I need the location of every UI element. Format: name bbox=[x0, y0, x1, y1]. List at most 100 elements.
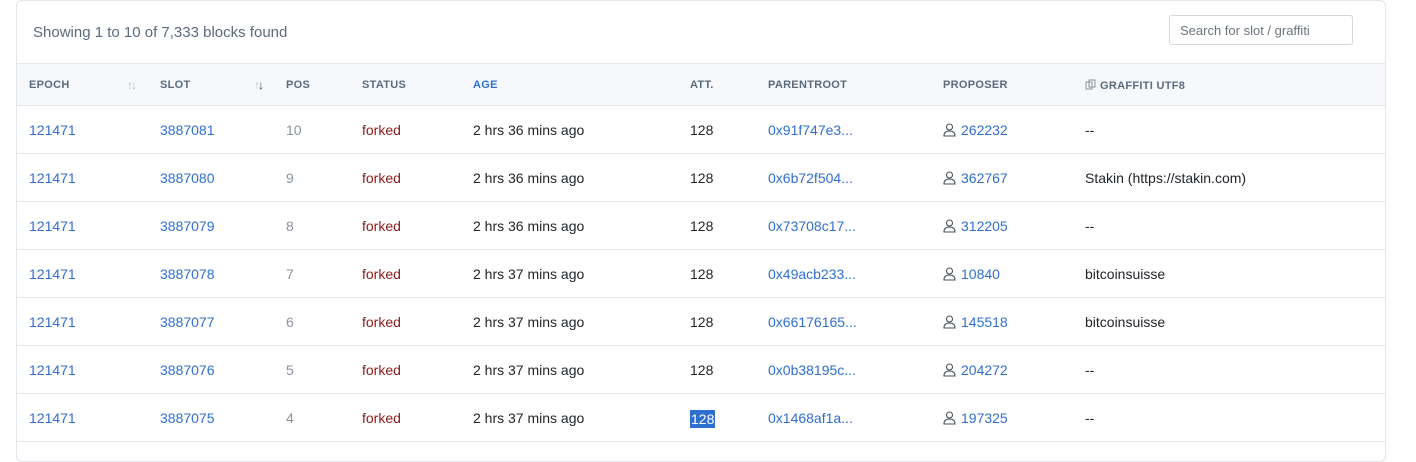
col-status[interactable]: STATUS bbox=[349, 63, 460, 106]
att-cell: 128 bbox=[687, 297, 765, 346]
graffiti-cell: bitcoinsuisse bbox=[1081, 249, 1385, 298]
parentroot-link[interactable]: 0x91f747e3... bbox=[768, 122, 853, 138]
epoch-link[interactable]: 121471 bbox=[29, 314, 76, 330]
att-value: 128 bbox=[690, 362, 714, 378]
slot-link[interactable]: 3887076 bbox=[160, 362, 215, 378]
blocks-card: Showing 1 to 10 of 7,333 blocks found EP… bbox=[16, 0, 1386, 462]
proposer: 197325 bbox=[943, 410, 1008, 426]
graffiti-cell: -- bbox=[1081, 105, 1385, 154]
col-slot-label: SLOT bbox=[160, 79, 191, 91]
pos-value: 8 bbox=[286, 218, 294, 234]
parentroot-link[interactable]: 0x66176165... bbox=[768, 314, 857, 330]
table-row: 121471 3887077 6 forked 2 hrs 37 mins ag… bbox=[17, 297, 1385, 346]
status-badge: forked bbox=[362, 410, 401, 426]
copy-icon[interactable] bbox=[1085, 79, 1096, 90]
att-cell: 128 bbox=[687, 249, 765, 298]
col-age[interactable]: AGE bbox=[460, 63, 687, 106]
pos-cell: 10 bbox=[273, 105, 349, 154]
epoch-link[interactable]: 121471 bbox=[29, 170, 76, 186]
status-cell: forked bbox=[349, 393, 460, 442]
slot-cell: 3887078 bbox=[147, 249, 273, 298]
proposer-link[interactable]: 362767 bbox=[961, 170, 1008, 186]
parentroot-link[interactable]: 0x0b38195c... bbox=[768, 362, 856, 378]
graffiti-value: bitcoinsuisse bbox=[1085, 314, 1166, 330]
slot-link[interactable]: 3887080 bbox=[160, 170, 215, 186]
slot-link[interactable]: 3887075 bbox=[160, 410, 215, 426]
blocks-table: EPOCH ↑↓ SLOT ↑↓ POS STATUS AGE ATT. PAR… bbox=[17, 63, 1385, 442]
proposer: 362767 bbox=[943, 170, 1008, 186]
search-input[interactable] bbox=[1169, 15, 1353, 45]
parentroot-link[interactable]: 0x1468af1a... bbox=[768, 410, 853, 426]
epoch-link[interactable]: 121471 bbox=[29, 362, 76, 378]
age-cell: 2 hrs 36 mins ago bbox=[460, 201, 687, 250]
slot-cell: 3887081 bbox=[147, 105, 273, 154]
proposer-link[interactable]: 262232 bbox=[961, 122, 1008, 138]
slot-link[interactable]: 3887081 bbox=[160, 122, 215, 138]
col-pos-label: POS bbox=[286, 79, 311, 91]
col-parentroot-label: PARENTROOT bbox=[768, 79, 848, 91]
col-parentroot[interactable]: PARENTROOT bbox=[765, 63, 939, 106]
proposer: 262232 bbox=[943, 122, 1008, 138]
slot-cell: 3887079 bbox=[147, 201, 273, 250]
person-icon bbox=[943, 171, 956, 185]
epoch-link[interactable]: 121471 bbox=[29, 410, 76, 426]
sort-desc-icon[interactable]: ↑↓ bbox=[254, 78, 264, 92]
col-graffiti[interactable]: GRAFFITI UTF8 bbox=[1081, 63, 1385, 106]
table-row: 121471 3887076 5 forked 2 hrs 37 mins ag… bbox=[17, 345, 1385, 394]
graffiti-cell: -- bbox=[1081, 393, 1385, 442]
epoch-link[interactable]: 121471 bbox=[29, 266, 76, 282]
proposer-link[interactable]: 312205 bbox=[961, 218, 1008, 234]
proposer-cell: 362767 bbox=[939, 153, 1081, 202]
age-cell: 2 hrs 37 mins ago bbox=[460, 249, 687, 298]
proposer-link[interactable]: 145518 bbox=[961, 314, 1008, 330]
proposer-cell: 10840 bbox=[939, 249, 1081, 298]
age-cell: 2 hrs 36 mins ago bbox=[460, 153, 687, 202]
graffiti-cell: -- bbox=[1081, 345, 1385, 394]
col-age-label: AGE bbox=[473, 79, 498, 91]
parentroot-cell: 0x6b72f504... bbox=[765, 153, 939, 202]
table-header-row: EPOCH ↑↓ SLOT ↑↓ POS STATUS AGE ATT. PAR… bbox=[17, 63, 1385, 106]
epoch-link[interactable]: 121471 bbox=[29, 122, 76, 138]
pos-value: 6 bbox=[286, 314, 294, 330]
graffiti-cell: -- bbox=[1081, 201, 1385, 250]
epoch-cell: 121471 bbox=[17, 393, 147, 442]
col-epoch[interactable]: EPOCH ↑↓ bbox=[17, 63, 147, 106]
proposer-cell: 262232 bbox=[939, 105, 1081, 154]
pos-value: 10 bbox=[286, 122, 302, 138]
att-cell: 128 bbox=[687, 105, 765, 154]
col-slot[interactable]: SLOT ↑↓ bbox=[147, 63, 273, 106]
parentroot-link[interactable]: 0x6b72f504... bbox=[768, 170, 853, 186]
col-epoch-label: EPOCH bbox=[29, 79, 70, 91]
slot-link[interactable]: 3887078 bbox=[160, 266, 215, 282]
proposer-cell: 197325 bbox=[939, 393, 1081, 442]
table-toolbar: Showing 1 to 10 of 7,333 blocks found bbox=[17, 1, 1385, 63]
pos-cell: 7 bbox=[273, 249, 349, 298]
status-badge: forked bbox=[362, 218, 401, 234]
parentroot-cell: 0x73708c17... bbox=[765, 201, 939, 250]
proposer-link[interactable]: 204272 bbox=[961, 362, 1008, 378]
age-cell: 2 hrs 37 mins ago bbox=[460, 297, 687, 346]
slot-link[interactable]: 3887077 bbox=[160, 314, 215, 330]
col-proposer[interactable]: PROPOSER bbox=[939, 63, 1081, 106]
status-badge: forked bbox=[362, 362, 401, 378]
age-value: 2 hrs 36 mins ago bbox=[473, 122, 585, 138]
person-icon bbox=[943, 315, 956, 329]
col-pos[interactable]: POS bbox=[273, 63, 349, 106]
parentroot-cell: 0x49acb233... bbox=[765, 249, 939, 298]
parentroot-link[interactable]: 0x49acb233... bbox=[768, 266, 856, 282]
graffiti-cell: bitcoinsuisse bbox=[1081, 297, 1385, 346]
proposer-link[interactable]: 10840 bbox=[961, 266, 1000, 282]
slot-link[interactable]: 3887079 bbox=[160, 218, 215, 234]
proposer-link[interactable]: 197325 bbox=[961, 410, 1008, 426]
proposer: 10840 bbox=[943, 266, 1000, 282]
epoch-link[interactable]: 121471 bbox=[29, 218, 76, 234]
status-badge: forked bbox=[362, 122, 401, 138]
parentroot-link[interactable]: 0x73708c17... bbox=[768, 218, 856, 234]
col-proposer-label: PROPOSER bbox=[943, 79, 1008, 91]
epoch-cell: 121471 bbox=[17, 201, 147, 250]
parentroot-cell: 0x1468af1a... bbox=[765, 393, 939, 442]
status-cell: forked bbox=[349, 249, 460, 298]
status-badge: forked bbox=[362, 314, 401, 330]
col-att[interactable]: ATT. bbox=[687, 63, 765, 106]
sort-arrows-icon[interactable]: ↑↓ bbox=[127, 78, 137, 92]
